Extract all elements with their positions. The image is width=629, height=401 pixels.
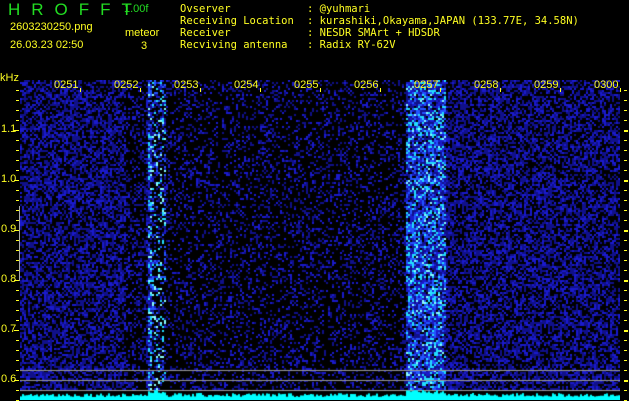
freq-tick	[16, 100, 19, 101]
version-label: 1.00f	[124, 3, 149, 15]
freq-tick	[16, 200, 19, 201]
info-value: kurashiki,Okayama,JAPAN (133.77E, 34.58N…	[319, 15, 579, 27]
time-tick	[80, 88, 81, 92]
freq-tick	[14, 380, 19, 381]
freq-tick	[624, 330, 628, 332]
time-tick	[200, 88, 201, 92]
freq-tick	[624, 280, 628, 282]
freq-tick	[16, 290, 19, 291]
time-tick	[260, 88, 261, 92]
freq-tick	[624, 180, 628, 182]
freq-tick	[624, 210, 627, 211]
freq-label: 0.7	[1, 323, 17, 335]
info-label: Receiving Location	[180, 15, 294, 27]
freq-tick	[624, 90, 627, 91]
freq-tick	[624, 250, 627, 251]
freq-tick	[16, 370, 19, 371]
info-label: Ovserver	[180, 3, 231, 15]
freq-tick	[16, 390, 19, 391]
datetime: 26.03.23 02:50	[10, 39, 84, 51]
freq-tick	[16, 300, 19, 301]
meteor-label: meteor	[125, 27, 160, 39]
freq-tick	[16, 320, 19, 321]
freq-tick	[16, 310, 19, 311]
freq-tick	[624, 160, 627, 161]
freq-tick	[14, 130, 19, 131]
freq-tick	[16, 120, 19, 121]
station-info: Ovserver: @yuhmari Receiving Location: k…	[180, 3, 579, 51]
freq-tick	[16, 110, 19, 111]
time-label: 0258	[474, 79, 499, 91]
freq-tick	[16, 90, 19, 91]
freq-tick	[14, 330, 19, 331]
time-label: 0259	[534, 79, 559, 91]
freq-label: 0.6	[1, 373, 17, 385]
freq-tick	[624, 270, 627, 271]
time-tick	[380, 88, 381, 92]
freq-tick	[624, 320, 627, 321]
freq-label: 1.1	[1, 123, 17, 135]
app-logo: HROFFT	[8, 0, 143, 19]
info-value: Radix RY-62V	[319, 39, 396, 51]
freq-tick	[624, 150, 627, 151]
time-label: 0252	[114, 79, 139, 91]
freq-tick	[16, 150, 19, 151]
info-label: Recviving antenna	[180, 39, 288, 51]
freq-tick	[624, 350, 627, 351]
filename: 2603230250.png	[10, 21, 93, 33]
freq-tick	[624, 110, 627, 111]
time-label: 0254	[234, 79, 259, 91]
freq-tick	[16, 360, 19, 361]
info-label: Receiver	[180, 27, 231, 39]
time-label: 0256	[354, 79, 379, 91]
freq-tick	[624, 130, 628, 132]
freq-label: 0.8	[1, 273, 17, 285]
freq-tick	[624, 370, 627, 371]
freq-tick	[16, 160, 19, 161]
freq-tick	[16, 190, 19, 191]
freq-tick	[624, 170, 627, 171]
freq-tick	[624, 300, 627, 301]
freq-tick	[624, 140, 627, 141]
freq-tick	[16, 140, 19, 141]
spectrogram	[20, 80, 620, 400]
freq-label: 1.0	[1, 173, 17, 185]
level-indicator	[19, 206, 20, 281]
meteor-count: 3	[141, 40, 148, 52]
info-value: NESDR SMArt + HDSDR	[319, 27, 440, 39]
time-label: 0255	[294, 79, 319, 91]
freq-tick	[624, 240, 627, 241]
freq-tick	[14, 180, 19, 181]
freq-tick	[624, 220, 627, 221]
time-label: 0300	[594, 79, 619, 91]
freq-label: 0.9	[1, 223, 17, 235]
freq-tick	[624, 380, 628, 382]
freq-tick	[624, 390, 627, 391]
freq-tick	[624, 360, 627, 361]
freq-tick	[16, 170, 19, 171]
time-tick	[560, 88, 561, 92]
freq-tick	[624, 200, 627, 201]
freq-tick	[624, 230, 628, 232]
freq-tick	[624, 190, 627, 191]
time-label: 0253	[174, 79, 199, 91]
time-label: 0251	[54, 79, 79, 91]
time-tick	[440, 88, 441, 92]
freq-tick	[624, 340, 627, 341]
time-tick	[320, 88, 321, 92]
time-tick	[140, 88, 141, 92]
freq-tick	[624, 120, 627, 121]
time-label: 0257	[414, 79, 439, 91]
freq-tick	[624, 100, 627, 101]
freq-tick	[624, 310, 627, 311]
unit-label: kHz	[0, 72, 19, 84]
freq-tick	[624, 260, 627, 261]
info-value: @yuhmari	[319, 3, 371, 15]
freq-tick	[624, 290, 627, 291]
time-tick	[500, 88, 501, 92]
freq-tick	[16, 350, 19, 351]
freq-tick	[16, 340, 19, 341]
time-tick	[620, 88, 621, 92]
